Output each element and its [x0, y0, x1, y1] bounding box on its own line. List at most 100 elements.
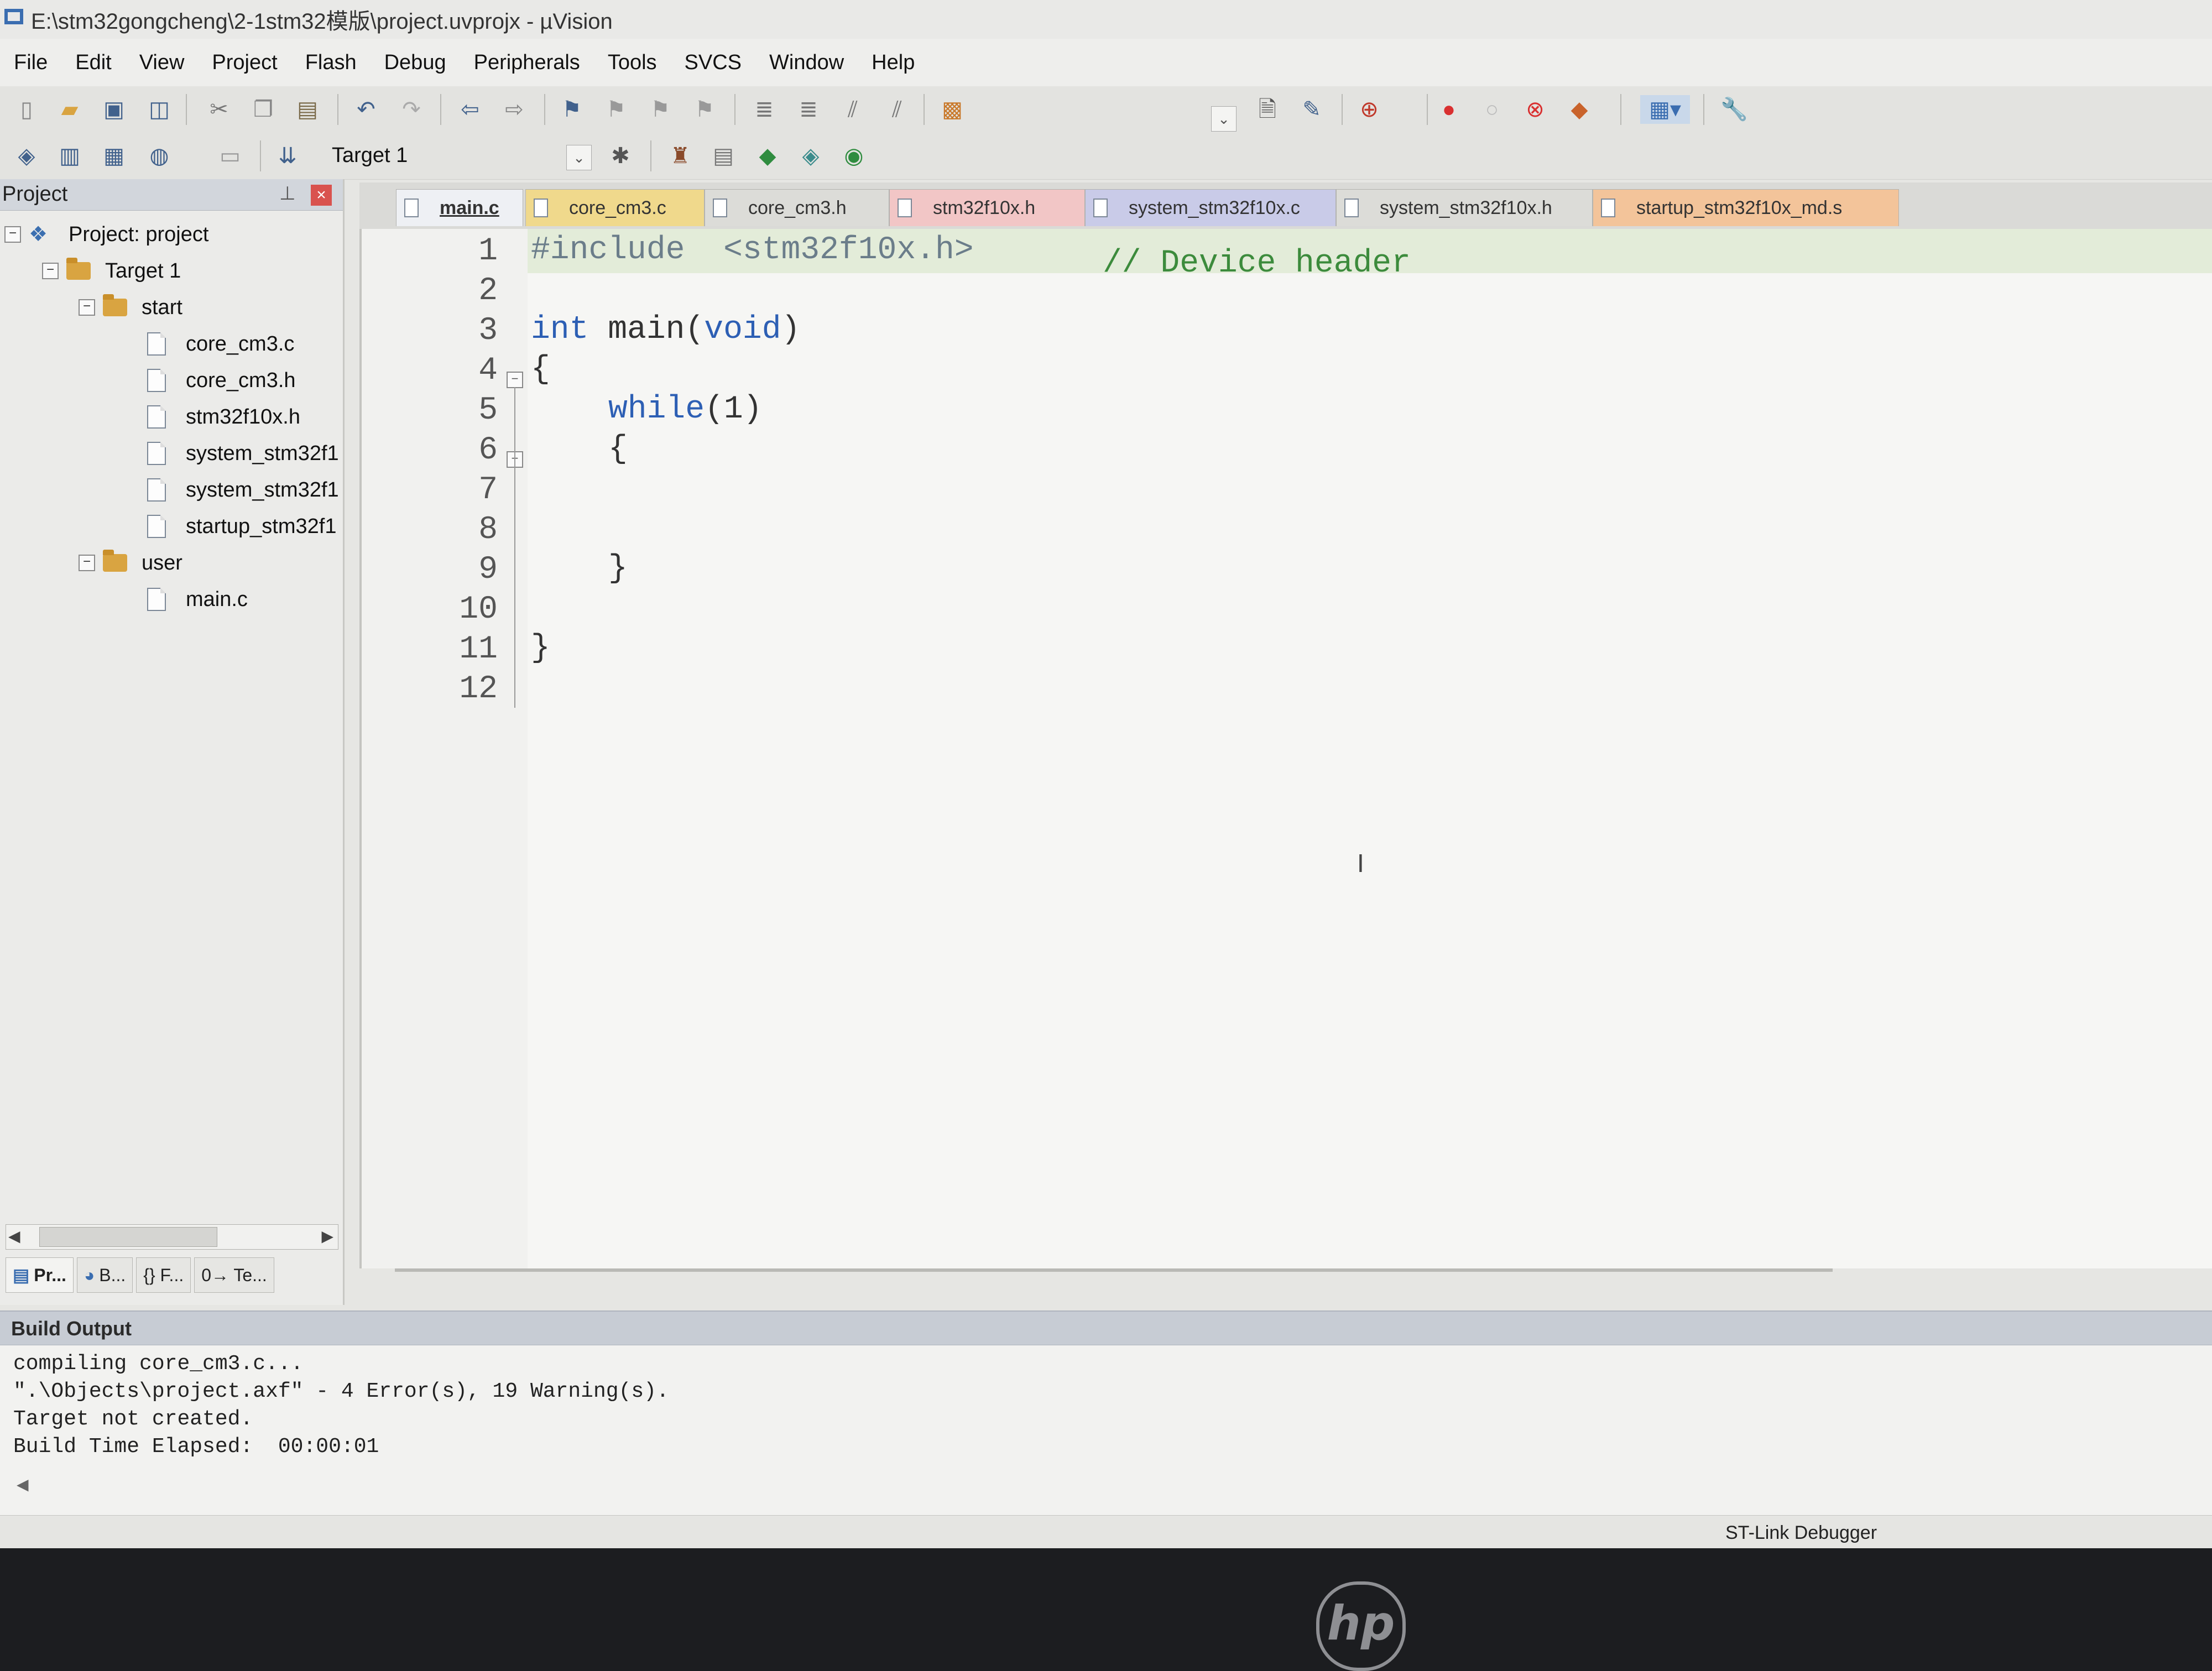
file-icon [404, 199, 419, 217]
select-packs-icon[interactable]: ◆ [753, 142, 782, 170]
start-debug-icon[interactable]: ⊕ [1355, 95, 1384, 124]
menu-peripherals[interactable]: Peripherals [460, 51, 594, 75]
stop-build-icon[interactable]: ▭ [216, 142, 244, 170]
menu-svcs[interactable]: SVCS [671, 51, 755, 75]
bookmark-icon[interactable]: ⚑ [557, 95, 586, 124]
tab-core-cm3-h[interactable]: core_cm3.h [705, 189, 889, 226]
find-combo-dropdown[interactable]: ⌄ [1211, 106, 1237, 132]
pack-installer-icon[interactable]: ◉ [839, 142, 868, 170]
folder-icon [103, 294, 127, 316]
find-in-files-icon[interactable]: ▩ [938, 95, 967, 124]
fold-toggle-icon[interactable]: − [507, 372, 523, 388]
paste-icon[interactable]: ▤ [293, 95, 322, 124]
tree-group-user[interactable]: − user [79, 546, 182, 579]
tab-startup-stm32f10x-md-s[interactable]: startup_stm32f10x_md.s [1593, 189, 1899, 226]
line-number: 11 [459, 631, 498, 667]
tab-functions[interactable]: {} F... [136, 1257, 191, 1293]
rebuild-icon[interactable]: ▦ [100, 142, 128, 170]
project-panel-tabs: ▤ Pr... ◕ B... {} F... 0→ Te... [6, 1257, 337, 1293]
tab-main-c[interactable]: main.c [396, 189, 523, 226]
copy-icon[interactable]: ❐ [249, 95, 278, 124]
tree-group-start[interactable]: − start [79, 291, 182, 324]
menu-tools[interactable]: Tools [594, 51, 671, 75]
project-tab-icon: ▤ [13, 1265, 30, 1285]
menu-flash[interactable]: Flash [291, 51, 371, 75]
title-bar: E:\stm32gongcheng\2-1stm32模版\project.uvp… [0, 0, 2212, 40]
bookmark-prev-icon[interactable]: ⚑ [602, 95, 630, 124]
tree-file[interactable]: stm32f10x.h [147, 400, 300, 434]
redo-icon[interactable]: ↷ [397, 95, 426, 124]
cut-icon[interactable]: ✂ [205, 95, 233, 124]
collapse-toggle-icon[interactable]: − [4, 226, 21, 243]
tab-system-stm32f10x-c[interactable]: system_stm32f10x.c [1085, 189, 1336, 226]
window-layout-icon[interactable]: ▦▾ [1640, 95, 1690, 124]
scroll-left-icon[interactable]: ◀ [17, 1475, 29, 1494]
tab-books[interactable]: ◕ B... [76, 1257, 133, 1293]
nav-back-icon[interactable]: ⇦ [456, 95, 484, 124]
tree-file[interactable]: startup_stm32f1 [147, 510, 336, 543]
tab-templates[interactable]: 0→ Te... [194, 1257, 274, 1293]
collapse-toggle-icon[interactable]: − [42, 263, 59, 279]
incremental-find-icon[interactable]: ✎ [1297, 95, 1326, 124]
scroll-left-icon[interactable]: ◀ [8, 1227, 20, 1245]
bookmark-next-icon[interactable]: ⚑ [646, 95, 675, 124]
build-toolbar: ◈ ▥ ▦ ◍ ▭ ⇊ Target 1 ⌄ ✱ ♜ ▤ ◆ ◈ ◉ [0, 133, 2212, 180]
menu-help[interactable]: Help [858, 51, 928, 75]
uncomment-icon[interactable]: ⫽ [883, 95, 911, 124]
scroll-right-icon[interactable]: ▶ [321, 1227, 333, 1245]
nav-forward-icon[interactable]: ⇨ [500, 95, 529, 124]
file-icon [534, 199, 548, 217]
tab-stm32f10x-h[interactable]: stm32f10x.h [889, 189, 1085, 226]
download-icon[interactable]: ⇊ [273, 142, 302, 170]
menu-view[interactable]: View [126, 51, 199, 75]
tree-target[interactable]: − Target 1 [42, 254, 181, 288]
file-extensions-icon[interactable]: ▤ [709, 142, 738, 170]
find-icon[interactable]: 🗎 [1253, 95, 1282, 124]
unindent-icon[interactable]: ≣ [794, 95, 823, 124]
configure-icon[interactable]: ◆ [1565, 95, 1594, 124]
settings-wrench-icon[interactable]: 🔧 [1720, 95, 1749, 124]
tab-system-stm32f10x-h[interactable]: system_stm32f10x.h [1336, 189, 1593, 226]
menu-window[interactable]: Window [755, 51, 858, 75]
close-icon[interactable]: × [311, 185, 332, 206]
new-file-icon[interactable]: ▯ [12, 95, 41, 124]
breakpoint-icon[interactable]: ● [1434, 95, 1463, 124]
target-dropdown[interactable]: ⌄ [566, 145, 592, 170]
run-time-env-icon[interactable]: ◈ [796, 142, 825, 170]
menu-debug[interactable]: Debug [371, 51, 460, 75]
tree-file[interactable]: core_cm3.c [147, 327, 294, 361]
menu-edit[interactable]: Edit [61, 51, 125, 75]
comment-icon[interactable]: ⫽ [838, 95, 867, 124]
open-folder-icon[interactable]: ▰ [55, 95, 84, 124]
undo-icon[interactable]: ↶ [352, 95, 380, 124]
tree-project-root[interactable]: − ❖ Project: project [4, 218, 208, 251]
save-icon[interactable]: ▣ [100, 95, 128, 124]
options-icon[interactable]: ✱ [606, 142, 635, 170]
bookmark-clear-icon[interactable]: ⚑ [690, 95, 719, 124]
project-hscrollbar[interactable]: ◀ ▶ [6, 1224, 338, 1250]
build-icon[interactable]: ▥ [55, 142, 84, 170]
target-select[interactable]: Target 1 [332, 144, 408, 168]
tab-project[interactable]: ▤ Pr... [6, 1257, 74, 1293]
collapse-toggle-icon[interactable]: − [79, 299, 95, 316]
tab-core-cm3-c[interactable]: core_cm3.c [525, 189, 705, 226]
tree-file[interactable]: core_cm3.h [147, 364, 296, 397]
tree-file[interactable]: main.c [147, 583, 248, 616]
translate-icon[interactable]: ◈ [12, 142, 41, 170]
tree-file[interactable]: system_stm32f1 [147, 437, 339, 470]
indent-icon[interactable]: ≣ [750, 95, 779, 124]
manage-components-icon[interactable]: ♜ [666, 142, 695, 170]
kill-breakpoints-icon[interactable]: ⊗ [1521, 95, 1550, 124]
menu-project[interactable]: Project [198, 51, 291, 75]
batch-build-icon[interactable]: ◍ [145, 142, 174, 170]
pin-icon[interactable]: ⊥ [279, 182, 296, 205]
save-all-icon[interactable]: ◫ [145, 95, 174, 124]
tree-file[interactable]: system_stm32f1 [147, 473, 339, 506]
editor-hscrollbar[interactable] [395, 1268, 1833, 1272]
file-icon [147, 405, 166, 429]
code-editor[interactable]: 1 2 3 4 5 6 7 8 9 10 11 12 − − #include … [359, 229, 2212, 1272]
disable-breakpoint-icon[interactable]: ○ [1478, 95, 1506, 124]
menu-file[interactable]: File [0, 51, 61, 75]
scroll-thumb[interactable] [39, 1227, 217, 1247]
collapse-toggle-icon[interactable]: − [79, 555, 95, 571]
